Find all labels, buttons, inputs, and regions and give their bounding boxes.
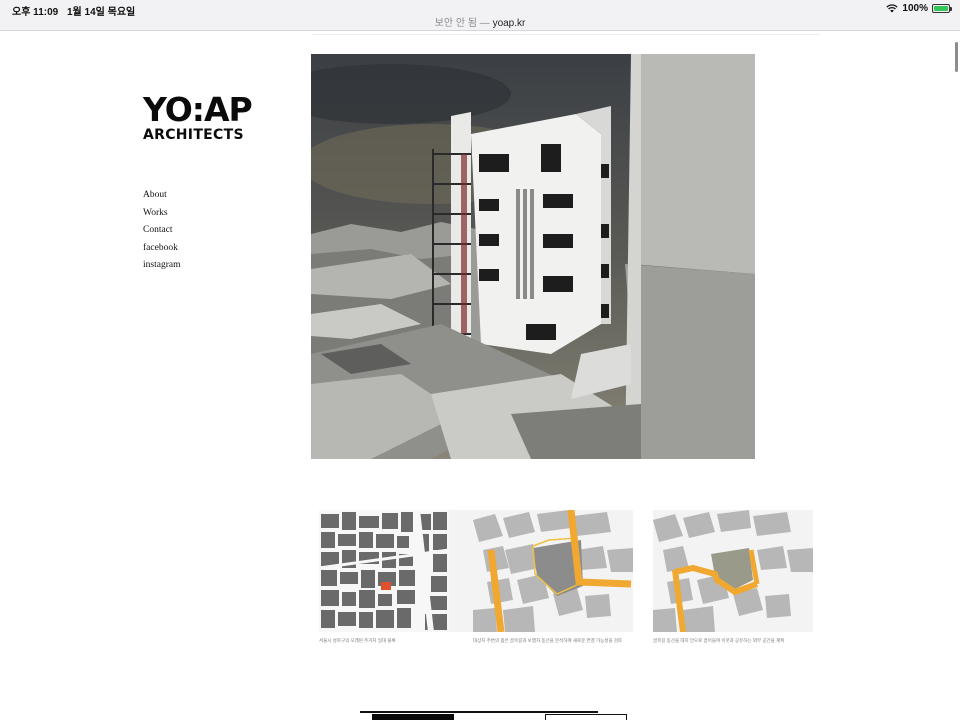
- url-domain: yoap.kr: [492, 18, 526, 29]
- figure-ground-icon: [319, 510, 450, 632]
- status-bar: 오후 11:09 1월 14일 목요일 보안 안 됨 — yoap.kr 100…: [0, 0, 960, 31]
- diagram-site-map: 서울시 성북구의 오래된 주거지 일대 블록: [319, 510, 479, 644]
- path-analysis-icon: [473, 510, 633, 632]
- status-right: 100%: [886, 3, 952, 14]
- diagram-path-analysis: 대상지 주변의 좁은 골목길과 보행자 동선을 분석하여 새로운 연결 가능성을…: [473, 510, 633, 644]
- scroll-indicator[interactable]: [955, 42, 958, 72]
- hero-image: [311, 54, 755, 459]
- nav-item-works[interactable]: Works: [143, 208, 180, 226]
- nav-item-contact[interactable]: Contact: [143, 225, 180, 243]
- battery-percent: 100%: [902, 3, 928, 14]
- main-nav: About Works Contact facebook instagram: [143, 190, 180, 278]
- address-bar[interactable]: 보안 안 됨 — yoap.kr: [0, 14, 960, 29]
- divider-line: [312, 34, 820, 35]
- diagram-caption-3: 골목길 동선을 대지 안으로 끌어들여 이웃과 공유하는 외부 공간을 계획: [653, 638, 785, 643]
- figure-ground-map: [319, 510, 479, 632]
- wifi-icon: [886, 4, 899, 13]
- building-render-image: [311, 54, 755, 459]
- diagram-caption-1: 서울시 성북구의 오래된 주거지 일대 블록: [319, 638, 396, 643]
- logo-line1: YO:AP: [143, 90, 253, 129]
- logo[interactable]: YO:AP ARCHITECTS: [143, 90, 253, 144]
- insecure-label: 보안 안 됨 —: [434, 18, 490, 29]
- courtyard-plan-icon: [653, 510, 813, 632]
- gallery-next-frame[interactable]: [545, 714, 627, 720]
- gallery-track: [360, 711, 598, 713]
- logo-line2: ARCHITECTS: [143, 127, 244, 143]
- gallery-thumb[interactable]: [372, 714, 454, 720]
- nav-item-about[interactable]: About: [143, 190, 180, 208]
- diagram-caption-2: 대상지 주변의 좁은 골목길과 보행자 동선을 분석하여 새로운 연결 가능성을…: [473, 638, 623, 643]
- battery-icon: [932, 4, 952, 13]
- diagram-courtyard-plan: 골목길 동선을 대지 안으로 끌어들여 이웃과 공유하는 외부 공간을 계획: [653, 510, 813, 644]
- courtyard-plan-map: [653, 510, 813, 632]
- path-analysis-map: [473, 510, 633, 632]
- nav-item-facebook[interactable]: facebook: [143, 243, 180, 261]
- nav-item-instagram[interactable]: instagram: [143, 260, 180, 278]
- gallery-scrollbar[interactable]: [360, 711, 628, 720]
